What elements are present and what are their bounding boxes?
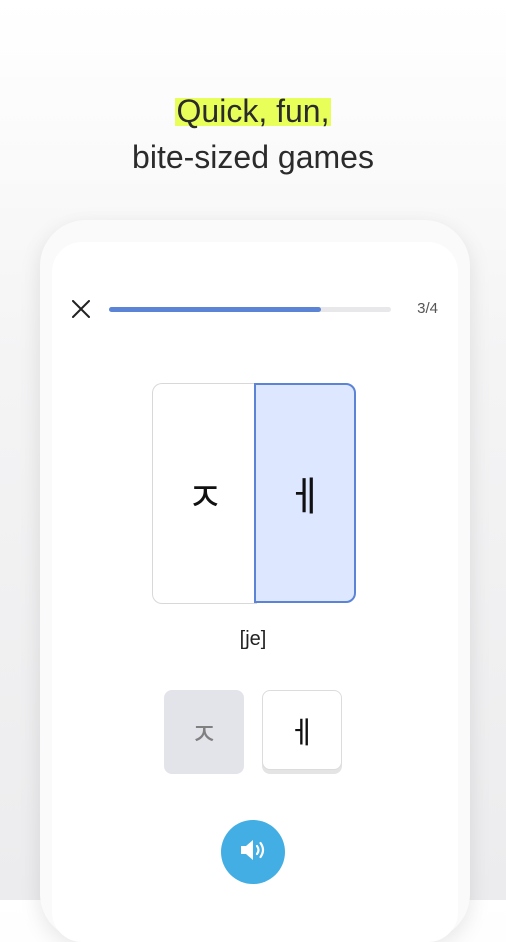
syllable-cards: ㅈ ㅔ [152, 383, 356, 604]
close-icon[interactable] [72, 300, 90, 318]
progress-bar [109, 307, 391, 312]
speaker-icon [238, 837, 268, 868]
play-audio-button[interactable] [221, 820, 285, 884]
pronunciation-label: [je] [239, 628, 267, 650]
answer-option[interactable]: ㅔ [262, 690, 342, 770]
vowel-card-selected: ㅔ [254, 383, 356, 603]
answer-option-used[interactable]: ㅈ [164, 690, 244, 774]
headline: Quick, fun, bite-sized games [0, 88, 506, 180]
headline-line1: Quick, fun, [174, 93, 332, 129]
progress-counter: 3/4 [417, 300, 438, 317]
consonant-card: ㅈ [152, 383, 257, 604]
headline-line2: bite-sized games [132, 139, 374, 175]
progress-fill [109, 307, 321, 312]
